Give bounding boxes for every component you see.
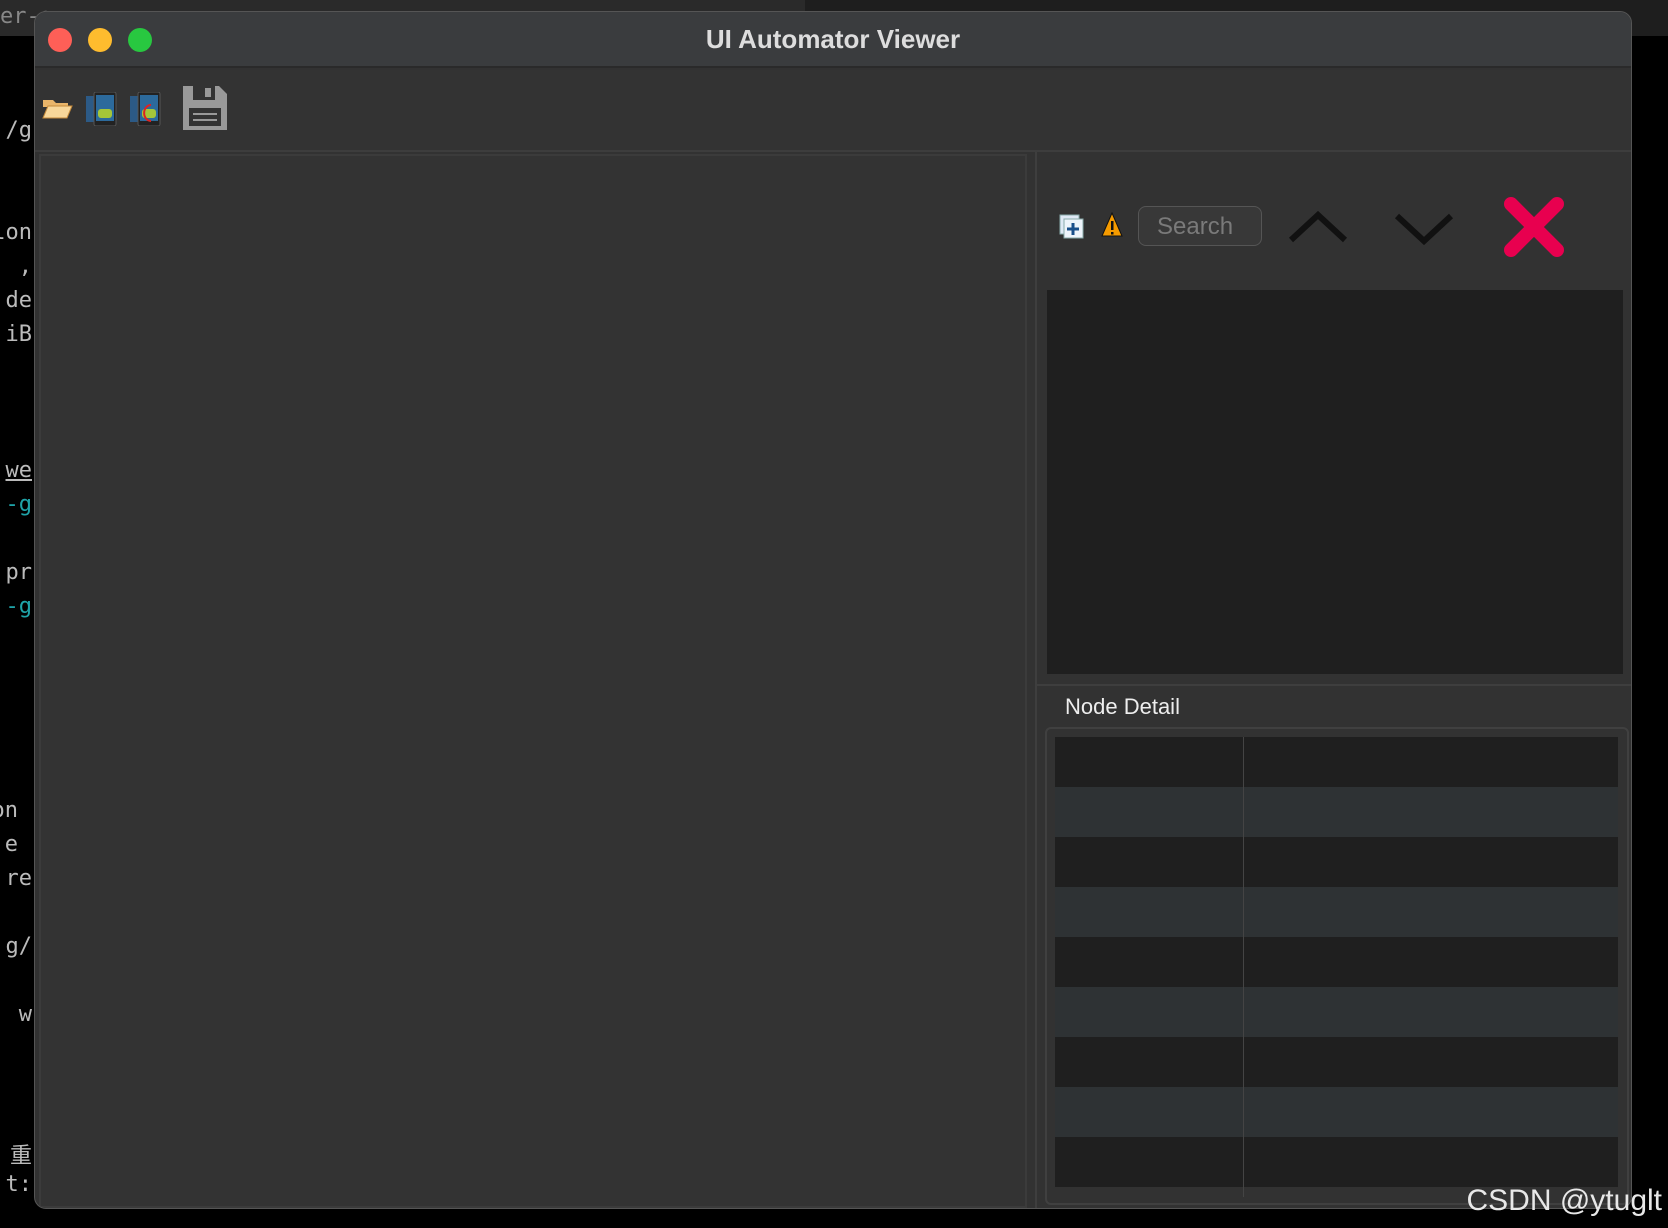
terminal-line: pr: [5, 560, 33, 585]
terminal-line: /g: [5, 118, 33, 143]
terminal-line: re: [5, 866, 33, 891]
clear-search-icon[interactable]: [1503, 196, 1565, 258]
terminal-line: -g: [5, 492, 33, 517]
terminal-line: 重: [9, 1144, 32, 1169]
terminal-line: ,: [18, 254, 32, 279]
previous-result-icon[interactable]: [1287, 210, 1349, 246]
device-screenshot-icon[interactable]: [85, 92, 117, 126]
table-row[interactable]: [1055, 937, 1618, 987]
watermark: CSDN @ytuglt: [1466, 1184, 1663, 1217]
terminal-line: on: [0, 798, 18, 823]
table-row[interactable]: [1055, 737, 1618, 787]
table-row[interactable]: [1055, 987, 1618, 1037]
screenshot-panel[interactable]: [39, 154, 1027, 1208]
node-detail-table[interactable]: [1045, 727, 1629, 1205]
app-window: UI Automator Viewer Search Node Detail: [34, 11, 1632, 1209]
expand-all-icon[interactable]: [1059, 214, 1085, 240]
search-input[interactable]: Search: [1138, 206, 1262, 246]
next-result-icon[interactable]: [1393, 210, 1455, 246]
node-detail-label: Node Detail: [1065, 694, 1180, 719]
divider: [1037, 684, 1631, 686]
terminal-line: de: [5, 288, 33, 313]
table-row[interactable]: [1055, 1087, 1618, 1137]
column-divider[interactable]: [1243, 737, 1244, 1197]
table-row[interactable]: [1055, 887, 1618, 937]
background-terminal: /g lon , de iB we -g pr -g on e re g/ w …: [0, 0, 36, 1228]
save-icon[interactable]: [181, 84, 229, 132]
toolbar: [35, 70, 1631, 152]
right-panel: Search Node Detail: [1035, 152, 1631, 1208]
table-row[interactable]: [1055, 837, 1618, 887]
terminal-line: -g: [5, 594, 33, 619]
warning-icon[interactable]: [1101, 212, 1123, 238]
table-row[interactable]: [1055, 1037, 1618, 1087]
hierarchy-tree[interactable]: [1047, 290, 1623, 674]
terminal-line: e: [4, 832, 18, 857]
terminal-line: we: [5, 458, 33, 483]
terminal-line: iB: [5, 322, 33, 347]
table-row[interactable]: [1055, 1137, 1618, 1187]
terminal-line: t:: [5, 1172, 33, 1197]
open-folder-icon[interactable]: [41, 96, 73, 120]
terminal-line: lon: [0, 220, 32, 245]
title-bar: UI Automator Viewer: [35, 12, 1631, 68]
terminal-line: g/: [5, 934, 33, 959]
device-screenshot-compressed-icon[interactable]: [129, 92, 161, 126]
window-title: UI Automator Viewer: [705, 24, 961, 54]
terminal-line: w: [18, 1002, 32, 1027]
table-row[interactable]: [1055, 787, 1618, 837]
